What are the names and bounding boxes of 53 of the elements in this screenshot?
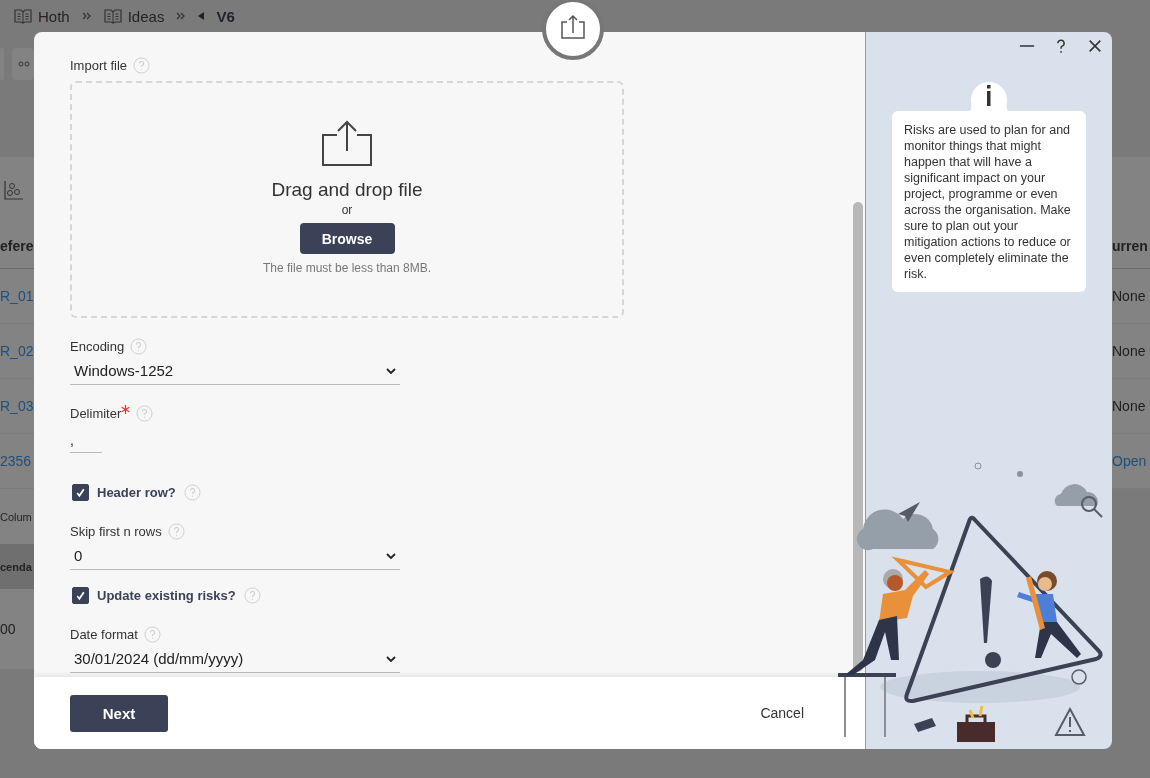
checkbox[interactable]: [72, 483, 89, 501]
breadcrumb-link[interactable]: Ideas: [127, 7, 165, 25]
field-label: Encoding: [70, 338, 125, 354]
checkbox-label: Header row?: [97, 484, 176, 500]
view-icon: [18, 61, 30, 67]
scatter-chart-icon[interactable]: [4, 180, 24, 200]
select-field[interactable]: 0: [70, 542, 400, 570]
checkbox[interactable]: [72, 586, 89, 604]
table-cell: Open: [1112, 453, 1147, 469]
checkbox-label: Update existing risks?: [97, 587, 236, 603]
caret-icon: [198, 12, 205, 20]
table-cell: R_01: [0, 288, 34, 304]
column-header: efere: [0, 237, 34, 254]
select-field[interactable]: Windows-1252: [70, 357, 400, 385]
upload-icon: [321, 119, 373, 167]
book-icon: [103, 8, 122, 24]
breadcrumb-link[interactable]: Hoth: [38, 7, 70, 25]
column-header: urren: [1112, 237, 1148, 254]
table-cell: R_02: [0, 343, 34, 359]
chevron-down-icon: [386, 655, 396, 662]
table-cell: 2356: [0, 453, 32, 469]
drop-title: Drag and drop file: [271, 179, 423, 201]
next-button[interactable]: Next: [70, 694, 168, 732]
info-text: Risks are used to plan for and monitor things that might happen that will have a significant impact on your project, programme or even across the organisation. Make sure to plan out your mitigation actions to reduce or even completely eliminate the risk.: [904, 122, 1072, 282]
breadcrumb-link[interactable]: V6: [216, 7, 235, 25]
close-icon[interactable]: [1087, 37, 1103, 55]
field-label: Date format: [70, 626, 138, 642]
book-icon: [14, 8, 32, 24]
toolbar-button[interactable]: [12, 48, 34, 80]
column-label: Colum: [0, 510, 32, 523]
drop-zone[interactable]: Drag and drop file or Browse The file must be less than 8MB.: [70, 81, 624, 318]
table-cell: R_03: [0, 398, 34, 414]
table-cell: None: [1112, 398, 1146, 414]
field-label: Skip first n rows: [70, 523, 162, 539]
table-cell: None: [1112, 288, 1146, 304]
chevrons-icon: [176, 12, 187, 20]
browse-button[interactable]: Browse: [299, 223, 395, 254]
select-field[interactable]: 30/01/2024 (dd/mm/yyyy): [70, 645, 400, 673]
input-field[interactable]: ,: [70, 426, 102, 453]
field-label: Delimiter: [70, 405, 122, 421]
size-note: The file must be less than 8MB.: [262, 261, 432, 275]
or-text: or: [341, 203, 353, 217]
chevron-down-icon: [386, 367, 396, 374]
chevrons-icon: [81, 12, 92, 20]
scrollbar-thumb[interactable]: [853, 202, 863, 672]
required-icon: [121, 404, 131, 414]
table-cell: None: [1112, 343, 1146, 359]
value-text: 00: [0, 621, 16, 637]
field-label: Import file: [70, 57, 128, 73]
check-icon: [75, 486, 86, 498]
check-icon: [75, 589, 86, 601]
cancel-link[interactable]: Cancel: [760, 705, 804, 721]
chevron-down-icon: [386, 552, 396, 559]
